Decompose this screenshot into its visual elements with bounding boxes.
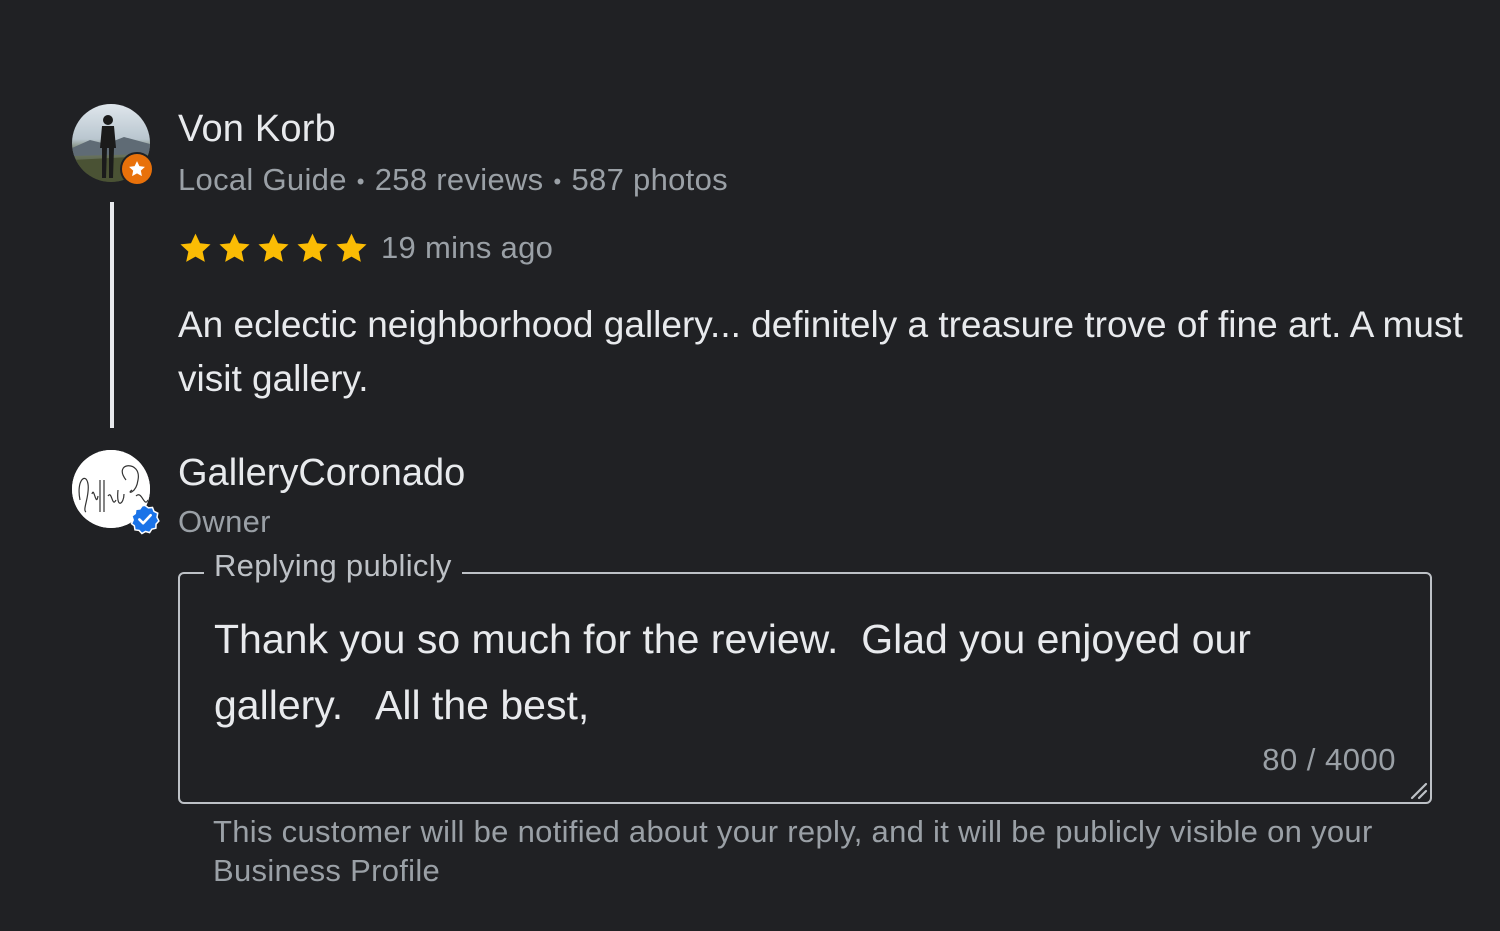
- reply-field-label: Replying publicly: [204, 548, 462, 584]
- thread-connector-line: [110, 202, 114, 428]
- character-counter: 80 / 4000: [1262, 742, 1396, 777]
- review-text: An eclectic neighborhood gallery... defi…: [178, 304, 1463, 399]
- meta-separator: •: [356, 168, 365, 194]
- owner-name[interactable]: GalleryCoronado: [178, 452, 465, 495]
- local-guide-star-icon: [120, 152, 154, 186]
- reply-helper-text: This customer will be notified about you…: [213, 814, 1373, 888]
- reviewer-meta: Local Guide • 258 reviews • 587 photos: [178, 162, 728, 198]
- resize-handle-icon[interactable]: [1406, 778, 1428, 800]
- reviewer-photo-count: 587 photos: [571, 162, 728, 197]
- star-icon: [180, 233, 211, 262]
- meta-separator: •: [553, 168, 562, 194]
- rating-row: 19 mins ago: [178, 230, 553, 266]
- review-time: 19 mins ago: [381, 230, 554, 265]
- review-reply-panel: Von Korb Local Guide • 258 reviews • 587 pho…: [0, 0, 1500, 931]
- reply-textarea[interactable]: Thank you so much for the review. Glad y…: [214, 606, 1374, 746]
- star-icon: [258, 233, 289, 262]
- star-icon: [297, 233, 328, 262]
- verified-check-icon: [130, 504, 160, 535]
- owner-role: Owner: [178, 504, 271, 539]
- reviewer-review-count: 258 reviews: [374, 162, 544, 197]
- reviewer-name[interactable]: Von Korb: [178, 108, 336, 151]
- owner-avatar[interactable]: [72, 450, 160, 535]
- reviewer-avatar[interactable]: [72, 104, 154, 186]
- star-icon: [336, 233, 367, 262]
- reviewer-role: Local Guide: [178, 162, 347, 197]
- star-icon: [219, 233, 250, 262]
- star-rating: [178, 231, 369, 266]
- reply-field: Replying publicly Thank you so much for …: [178, 548, 1432, 804]
